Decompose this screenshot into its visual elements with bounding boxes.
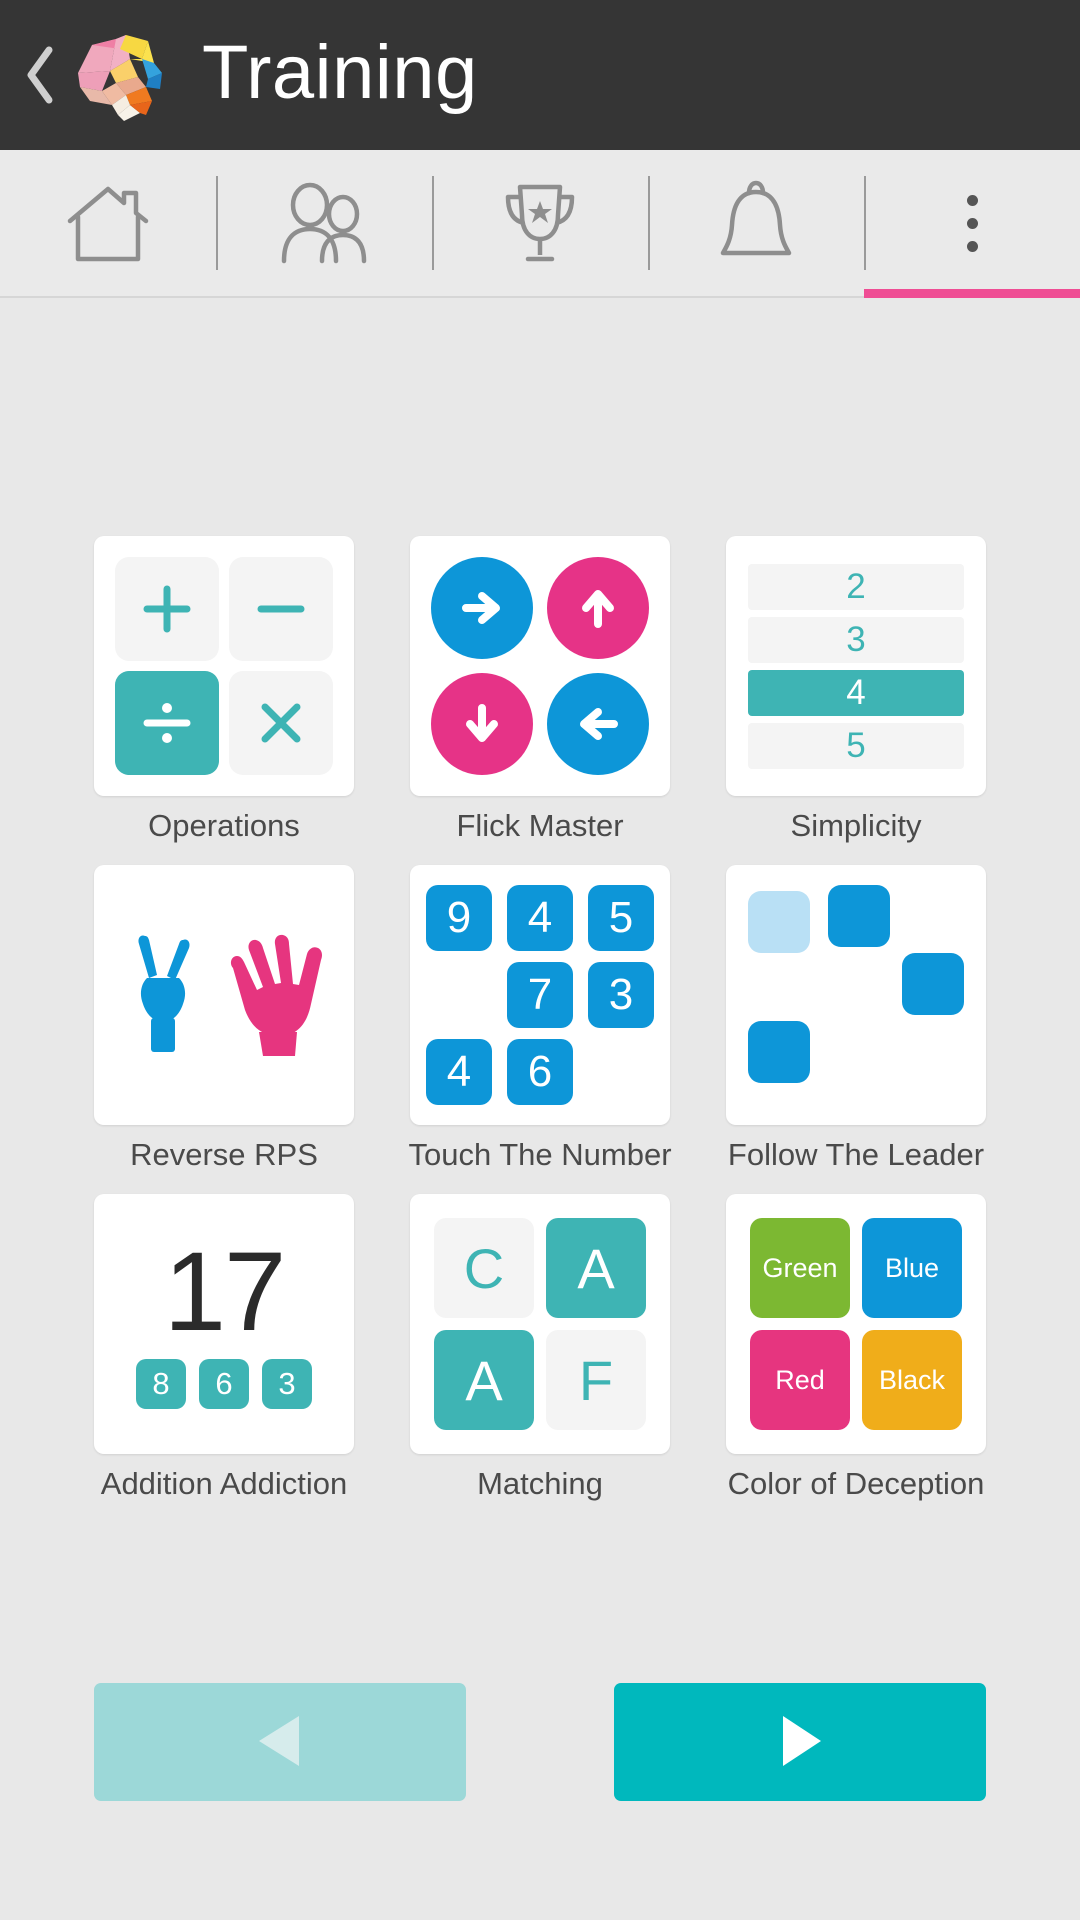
color-of-deception-icon: Green Blue Red Black [750,1218,962,1431]
operation-plus [115,557,219,661]
matching-card[interactable]: C A A F [410,1194,670,1455]
color-swatch-red: Red [750,1330,850,1431]
matching-cell: A [434,1330,534,1431]
addition-addiction-card[interactable]: 17 8 6 3 [94,1194,354,1455]
game-label: Color of Deception [727,1466,985,1502]
people-icon [276,181,372,265]
tab-achievements[interactable] [432,150,648,296]
addition-total: 17 [163,1228,287,1354]
number-cell: 9 [426,885,492,952]
leader-cell [748,1021,810,1084]
game-tile-flick-master[interactable]: Flick Master [410,536,670,843]
simplicity-card[interactable]: 2 3 4 5 [726,536,986,796]
number-cell: 3 [588,962,654,1029]
operations-icon [115,557,333,775]
color-of-deception-card[interactable]: Green Blue Red Black [726,1194,986,1455]
follow-the-leader-card[interactable] [726,865,986,1126]
trophy-icon [496,179,584,267]
game-tile-matching[interactable]: C A A F Matching [410,1194,670,1501]
scissors-hand-icon [138,935,190,1053]
reverse-rps-icon [117,930,331,1060]
leader-cell [902,953,964,1016]
number-cell: 5 [588,885,654,952]
touch-the-number-card[interactable]: 9 4 5 7 3 4 6 [410,865,670,1126]
reverse-rps-card[interactable] [94,865,354,1126]
game-label: Matching [477,1466,603,1502]
addition-badge: 8 [136,1359,186,1410]
matching-cell: A [546,1218,646,1319]
leader-cell [828,885,890,948]
operation-multiply [229,671,333,775]
brain-logo-icon [68,29,180,125]
game-label: Addition Addiction [100,1466,348,1502]
addition-badges: 8 6 3 [136,1359,312,1410]
back-button[interactable] [14,30,66,120]
color-swatch-black: Black [862,1330,962,1431]
simplicity-row-active: 4 [748,669,964,716]
arrow-down-circle [431,673,533,775]
game-tile-addition-addiction[interactable]: 17 8 6 3 Addition Addiction [94,1194,354,1501]
operation-divide [115,671,219,775]
simplicity-row: 5 [748,722,964,769]
simplicity-icon: 2 3 4 5 [748,563,964,769]
touch-the-number-icon: 9 4 5 7 3 4 6 [426,881,654,1109]
operation-minus [229,557,333,661]
overflow-menu-icon [966,194,978,252]
number-cell: 4 [507,885,573,952]
game-tile-reverse-rps[interactable]: Reverse RPS [94,865,354,1172]
arrow-left-circle [547,673,649,775]
addition-badge: 6 [199,1359,249,1410]
game-tile-simplicity[interactable]: 2 3 4 5 Simplicity [726,536,986,843]
simplicity-row: 2 [748,563,964,610]
tab-bar [0,150,1080,298]
game-tile-touch-the-number[interactable]: 9 4 5 7 3 4 6 Touch The Number [408,865,672,1173]
paper-hand-icon [230,934,322,1057]
pagination-controls [0,1683,1080,1801]
home-icon [62,181,154,265]
back-chevron-icon [23,44,57,106]
tab-more[interactable] [864,150,1080,296]
matching-cell: C [434,1218,534,1319]
addition-badge: 3 [262,1359,312,1410]
tab-notifications[interactable] [648,150,864,296]
game-label: Simplicity [790,808,922,843]
tab-home[interactable] [0,150,216,296]
game-label: Reverse RPS [130,1137,318,1173]
previous-page-button[interactable] [94,1683,466,1801]
page-title: Training [202,30,478,115]
color-swatch-blue: Blue [862,1218,962,1319]
game-label: Follow The Leader [727,1137,985,1173]
next-page-button[interactable] [614,1683,986,1801]
addition-addiction-icon: 17 8 6 3 [136,1228,312,1410]
number-cell: 7 [507,962,573,1029]
operations-card[interactable] [94,536,354,796]
game-tile-follow-the-leader[interactable]: Follow The Leader [726,865,986,1172]
flick-master-icon [431,557,649,775]
number-cell: 6 [507,1039,573,1106]
matching-icon: C A A F [434,1218,646,1431]
app-header: Training [0,0,1080,150]
triangle-left-icon [251,1710,309,1775]
follow-the-leader-icon [742,881,970,1109]
arrow-up-circle [547,557,649,659]
number-cell: 4 [426,1039,492,1106]
matching-cell: F [546,1330,646,1431]
game-tile-operations[interactable]: Operations [94,536,354,843]
training-content: Operations Flick Master 2 3 4 5 Simplici… [0,298,1080,1920]
arrow-right-circle [431,557,533,659]
game-tile-color-of-deception[interactable]: Green Blue Red Black Color of Deception [726,1194,986,1501]
flick-master-card[interactable] [410,536,670,796]
active-tab-indicator [864,289,1080,298]
simplicity-row: 3 [748,616,964,663]
game-label: Touch The Number [408,1137,672,1173]
game-label: Operations [148,808,300,843]
game-label: Flick Master [456,808,624,843]
tab-friends[interactable] [216,150,432,296]
color-swatch-green: Green [750,1218,850,1319]
bell-icon [713,179,799,267]
leader-cell-pale [748,891,810,954]
game-grid: Operations Flick Master 2 3 4 5 Simplici… [0,298,1080,1501]
triangle-right-icon [771,1710,829,1775]
